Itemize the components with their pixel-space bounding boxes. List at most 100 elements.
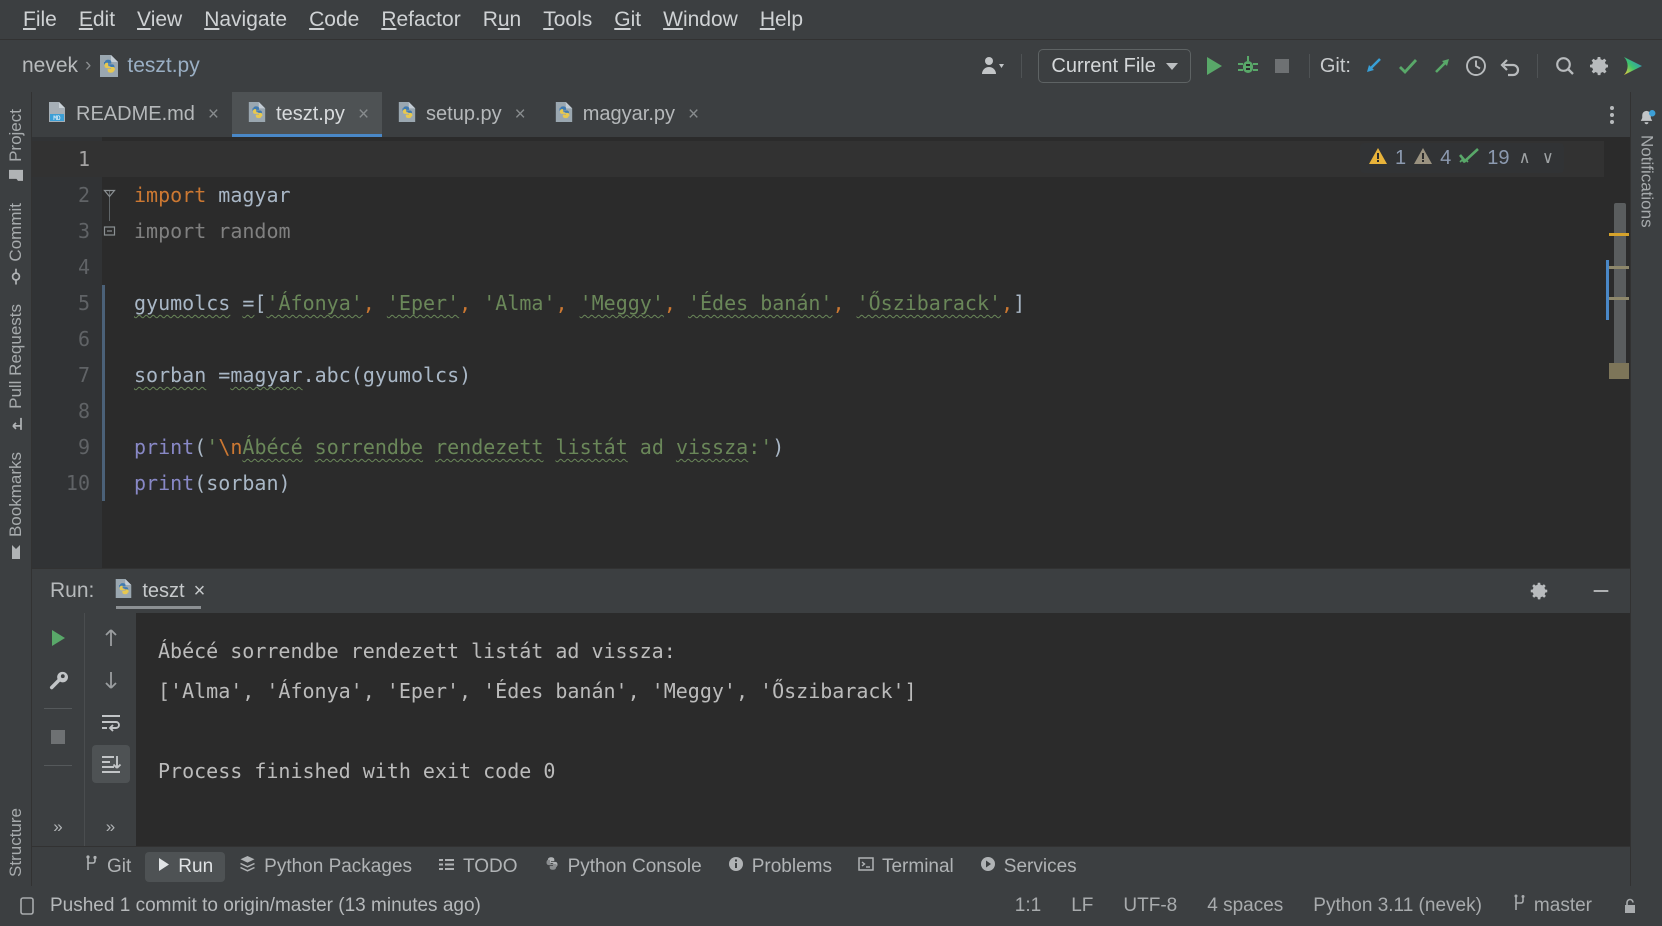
status-line-separator[interactable]: LF bbox=[1063, 892, 1101, 920]
tab-close-icon[interactable]: × bbox=[688, 104, 699, 126]
code-line-2[interactable]: import magyar bbox=[102, 177, 1604, 213]
breadcrumb-project[interactable]: nevek bbox=[22, 54, 78, 78]
console-line: Ábécé sorrendbe rendezett listát ad viss… bbox=[158, 639, 676, 663]
tool-window-python-console[interactable]: Python Console bbox=[532, 851, 714, 882]
git-history-icon[interactable] bbox=[1459, 49, 1493, 83]
tab-close-icon[interactable]: × bbox=[208, 104, 219, 126]
tool-window-python-packages[interactable]: Python Packages bbox=[227, 851, 424, 882]
ai-assistant-icon[interactable] bbox=[1616, 49, 1650, 83]
ide-message-icon[interactable] bbox=[14, 896, 36, 916]
scroll-to-end-icon[interactable] bbox=[91, 745, 130, 783]
git-commit-check-icon[interactable] bbox=[1391, 49, 1425, 83]
git-push-icon[interactable] bbox=[1425, 49, 1459, 83]
line-number: 5 bbox=[77, 291, 90, 315]
tool-window-todo[interactable]: TODO bbox=[426, 852, 530, 882]
menu-tools[interactable]: Tools bbox=[532, 6, 603, 34]
menu-edit[interactable]: Edit bbox=[68, 6, 126, 34]
code-line-4[interactable] bbox=[102, 249, 1604, 285]
tab-magyar-py[interactable]: magyar.py × bbox=[539, 92, 712, 137]
user-avatar-icon[interactable] bbox=[977, 49, 1011, 83]
rerun-icon[interactable] bbox=[39, 619, 77, 657]
code-line-9[interactable]: print('\nÁbécé sorrendbe rendezett listá… bbox=[102, 429, 1604, 465]
status-bar: Pushed 1 commit to origin/master (13 min… bbox=[0, 886, 1662, 926]
run-settings-gear-icon[interactable] bbox=[1522, 574, 1556, 608]
sidebar-item-project[interactable]: Project bbox=[1, 100, 31, 192]
python-file-icon bbox=[397, 101, 417, 129]
sidebar-item-bookmarks[interactable]: Bookmarks bbox=[1, 443, 31, 569]
status-indent[interactable]: 4 spaces bbox=[1199, 892, 1291, 920]
run-minimize-icon[interactable] bbox=[1584, 574, 1618, 608]
editor-scrollbar[interactable] bbox=[1604, 137, 1630, 568]
status-encoding[interactable]: UTF-8 bbox=[1115, 892, 1185, 920]
debug-icon[interactable] bbox=[1231, 49, 1265, 83]
tool-window-run[interactable]: Run bbox=[145, 851, 226, 882]
sidebar-item-structure[interactable]: Structure bbox=[1, 792, 31, 886]
run-toolbar2-expand-icon[interactable]: » bbox=[92, 808, 130, 846]
menu-run[interactable]: Run bbox=[472, 6, 533, 34]
editor-gutter[interactable]: 1 2 3 4 5 6 7 8 9 10 bbox=[32, 137, 102, 568]
code-line-7[interactable]: sorban =magyar.abc(gyumolcs) bbox=[102, 357, 1604, 393]
menu-window[interactable]: Window bbox=[652, 6, 749, 34]
tab-label: README.md bbox=[76, 103, 195, 125]
menu-code[interactable]: Code bbox=[298, 6, 370, 34]
search-everywhere-icon[interactable] bbox=[1548, 49, 1582, 83]
code-editor[interactable]: 1 2 3 4 5 6 7 8 9 10 import magyar impor… bbox=[32, 137, 1630, 568]
code-line-5[interactable]: gyumolcs =['Áfonya', 'Eper', 'Alma', 'Me… bbox=[102, 285, 1604, 321]
menu-file[interactable]: File bbox=[12, 6, 68, 34]
tool-window-git[interactable]: Git bbox=[72, 851, 143, 882]
sidebar-item-pull-requests[interactable]: Pull Requests bbox=[1, 295, 31, 441]
tab-close-icon[interactable]: × bbox=[515, 104, 526, 126]
menu-git[interactable]: Git bbox=[603, 6, 652, 34]
stop-icon[interactable] bbox=[1265, 49, 1299, 83]
menu-refactor[interactable]: Refactor bbox=[370, 6, 471, 34]
git-update-icon[interactable] bbox=[1357, 49, 1391, 83]
menu-navigate[interactable]: Navigate bbox=[193, 6, 298, 34]
read-only-lock-icon[interactable] bbox=[1614, 894, 1646, 919]
tab-setup-py[interactable]: setup.py × bbox=[382, 92, 539, 137]
tab-teszt-py[interactable]: teszt.py × bbox=[232, 92, 383, 137]
code-line-6[interactable] bbox=[102, 321, 1604, 357]
code-line-3[interactable]: import random bbox=[102, 213, 1604, 249]
status-caret-position[interactable]: 1:1 bbox=[1007, 892, 1049, 920]
sidebar-item-commit[interactable]: Commit bbox=[1, 194, 31, 294]
status-message[interactable]: Pushed 1 commit to origin/master (13 min… bbox=[50, 895, 481, 917]
edit-configurations-wrench-icon[interactable] bbox=[39, 661, 77, 699]
git-rollback-icon[interactable] bbox=[1493, 49, 1527, 83]
breadcrumb-file[interactable]: teszt.py bbox=[127, 54, 199, 78]
run-console-output[interactable]: Ábécé sorrendbe rendezett listát ad viss… bbox=[136, 613, 1630, 846]
modified-line-marker bbox=[102, 285, 105, 321]
tool-window-terminal[interactable]: Terminal bbox=[846, 852, 966, 882]
code-line-8[interactable] bbox=[102, 393, 1604, 429]
run-tab-label: teszt bbox=[142, 579, 185, 602]
modified-line-marker bbox=[102, 321, 105, 357]
menu-help[interactable]: Help bbox=[749, 6, 814, 34]
run-left-toolbar: » bbox=[32, 613, 84, 846]
tab-close-icon[interactable]: × bbox=[358, 104, 369, 126]
run-configuration-selector[interactable]: Current File bbox=[1038, 49, 1191, 83]
menu-view[interactable]: View bbox=[126, 6, 193, 34]
run-icon[interactable] bbox=[1197, 49, 1231, 83]
code-text-area[interactable]: import magyar import random gyumolcs =['… bbox=[102, 137, 1604, 568]
settings-gear-icon[interactable] bbox=[1582, 49, 1616, 83]
tab-readme-md[interactable]: MD README.md × bbox=[32, 92, 232, 137]
editor-tabs-more-button[interactable] bbox=[1594, 92, 1630, 137]
tool-window-label: Services bbox=[1003, 855, 1077, 877]
tool-window-services[interactable]: Services bbox=[968, 852, 1089, 882]
inspections-widget[interactable]: 1 4 19 ∧ ∨ bbox=[1360, 143, 1564, 173]
line-number: 6 bbox=[77, 327, 90, 351]
run-toolbar-expand-icon[interactable]: » bbox=[39, 808, 77, 846]
status-branch[interactable]: master bbox=[1504, 891, 1600, 921]
stop-icon[interactable] bbox=[39, 718, 77, 756]
sidebar-item-notifications[interactable]: Notifications bbox=[1632, 100, 1662, 237]
run-tab-close-icon[interactable]: × bbox=[194, 580, 206, 603]
scroll-up-icon[interactable] bbox=[92, 619, 130, 657]
previous-problem-icon[interactable]: ∧ bbox=[1517, 148, 1533, 168]
editor-tab-bar: MD README.md × teszt.py × setup.py × mag… bbox=[32, 92, 1630, 137]
code-line-10[interactable]: print(sorban) bbox=[102, 465, 1604, 501]
soft-wrap-icon[interactable] bbox=[92, 703, 130, 741]
tool-window-problems[interactable]: Problems bbox=[716, 852, 844, 882]
scroll-down-icon[interactable] bbox=[92, 661, 130, 699]
next-problem-icon[interactable]: ∨ bbox=[1540, 148, 1556, 168]
run-tab-teszt[interactable]: teszt × bbox=[110, 569, 215, 613]
status-interpreter[interactable]: Python 3.11 (nevek) bbox=[1305, 892, 1490, 920]
